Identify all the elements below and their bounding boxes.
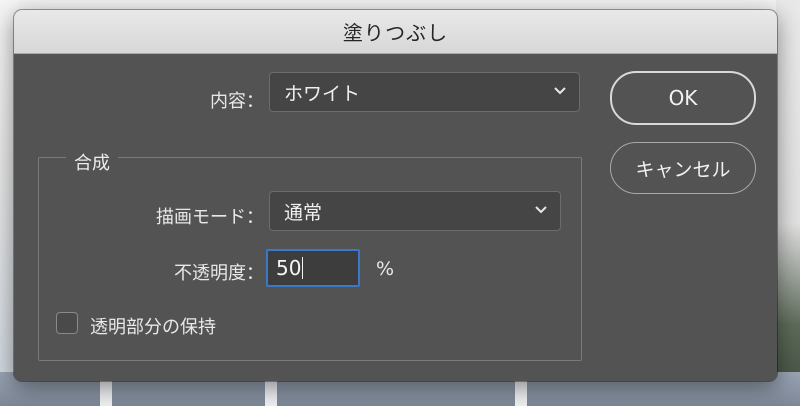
opacity-label: 不透明度：	[174, 263, 264, 284]
chevron-down-icon	[554, 87, 566, 95]
ok-button-label: OK	[668, 86, 698, 110]
preserve-transparency-label[interactable]: 透明部分の保持	[90, 313, 216, 339]
dialog-titlebar[interactable]: 塗りつぶし	[14, 10, 777, 54]
opacity-value: 50	[276, 256, 302, 280]
blend-mode-value: 通常	[284, 201, 323, 224]
background-pillar	[515, 378, 527, 406]
contents-label: 内容：	[210, 91, 264, 112]
text-caret	[302, 257, 304, 279]
background-photo-right	[776, 0, 800, 406]
preserve-transparency-checkbox[interactable]	[56, 312, 78, 334]
cancel-button[interactable]: キャンセル	[610, 142, 756, 194]
blending-group-title: 合成	[66, 149, 118, 175]
background-pillar	[100, 378, 112, 406]
opacity-input[interactable]: 50	[266, 249, 360, 287]
cancel-button-label: キャンセル	[635, 158, 731, 181]
opacity-unit: %	[376, 258, 395, 280]
contents-dropdown[interactable]: ホワイト	[269, 72, 580, 112]
blend-mode-label: 描画モード：	[156, 207, 264, 228]
dialog-title: 塗りつぶし	[342, 21, 449, 45]
chevron-down-icon	[535, 206, 547, 214]
background-pillar	[265, 378, 277, 406]
fill-dialog: 塗りつぶし 内容： ホワイト 合成 描画モード： 通常 不透明度： 50 % 透…	[14, 10, 777, 381]
ok-button[interactable]: OK	[610, 71, 756, 125]
contents-value: ホワイト	[284, 82, 361, 105]
blend-mode-dropdown[interactable]: 通常	[269, 191, 561, 231]
